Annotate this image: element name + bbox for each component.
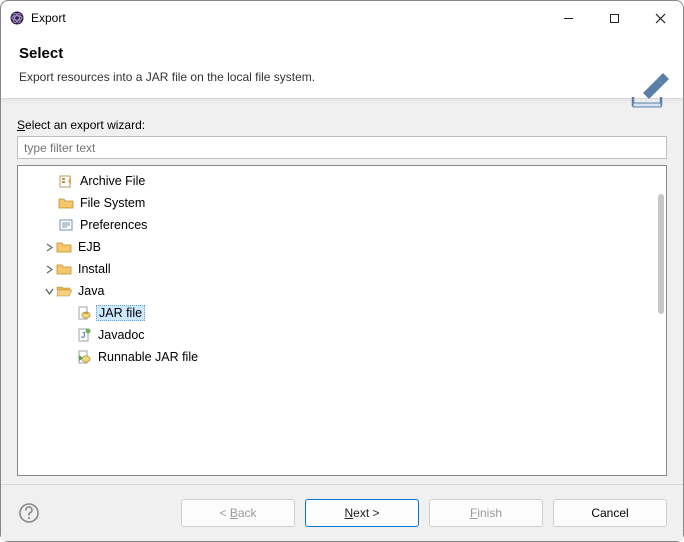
wizard-header: Select Export resources into a JAR file …	[1, 35, 683, 98]
tree-folder-install[interactable]: Install	[18, 258, 666, 280]
tree-item-preferences[interactable]: Preferences	[18, 214, 666, 236]
window-title: Export	[31, 11, 545, 25]
svg-text:J: J	[81, 331, 85, 340]
help-button[interactable]	[17, 501, 41, 525]
tree-item-label: JAR file	[96, 305, 145, 321]
next-button[interactable]: Next >	[305, 499, 419, 527]
page-title: Select	[19, 45, 665, 62]
eclipse-icon	[9, 10, 25, 26]
tree-item-label: Java	[76, 284, 106, 298]
export-banner-icon	[623, 63, 671, 116]
wizard-footer: < Back Next > Finish Cancel	[1, 485, 683, 541]
page-description: Export resources into a JAR file on the …	[19, 70, 665, 84]
tree-folder-ejb[interactable]: EJB	[18, 236, 666, 258]
titlebar: Export	[1, 1, 683, 35]
window-controls	[545, 1, 683, 35]
wizard-tree: Archive File File System Preferences EJB…	[17, 165, 667, 476]
chevron-right-icon[interactable]	[42, 265, 56, 274]
archive-file-icon	[58, 173, 74, 189]
tree-item-label: Install	[76, 262, 113, 276]
tree-item-label: Javadoc	[96, 328, 147, 342]
tree-item-jar-file[interactable]: JAR file	[18, 302, 666, 324]
folder-icon	[56, 261, 72, 277]
preferences-icon	[58, 217, 74, 233]
jar-file-icon	[76, 305, 92, 321]
tree-item-label: EJB	[76, 240, 103, 254]
cancel-button[interactable]: Cancel	[553, 499, 667, 527]
tree-item-file-system[interactable]: File System	[18, 192, 666, 214]
select-wizard-label: Select an export wizard:	[17, 118, 667, 132]
tree-item-archive-file[interactable]: Archive File	[18, 170, 666, 192]
tree-item-javadoc[interactable]: J Javadoc	[18, 324, 666, 346]
file-system-icon	[58, 195, 74, 211]
finish-button: Finish	[429, 499, 543, 527]
chevron-right-icon[interactable]	[42, 243, 56, 252]
chevron-down-icon[interactable]	[42, 287, 56, 296]
tree-item-label: File System	[78, 196, 147, 210]
tree-item-label: Runnable JAR file	[96, 350, 200, 364]
minimize-button[interactable]	[545, 1, 591, 35]
tree-viewport[interactable]: Archive File File System Preferences EJB…	[18, 166, 666, 475]
scrollbar-thumb[interactable]	[658, 194, 664, 314]
runnable-jar-icon	[76, 349, 92, 365]
maximize-button[interactable]	[591, 1, 637, 35]
close-button[interactable]	[637, 1, 683, 35]
filter-input[interactable]	[17, 136, 667, 159]
tree-folder-java[interactable]: Java	[18, 280, 666, 302]
tree-item-label: Archive File	[78, 174, 147, 188]
wizard-body: Select an export wizard: Archive File Fi…	[1, 104, 683, 484]
tree-item-label: Preferences	[78, 218, 149, 232]
folder-icon	[56, 239, 72, 255]
tree-item-runnable-jar[interactable]: Runnable JAR file	[18, 346, 666, 368]
back-button: < Back	[181, 499, 295, 527]
javadoc-icon: J	[76, 327, 92, 343]
folder-open-icon	[56, 283, 72, 299]
